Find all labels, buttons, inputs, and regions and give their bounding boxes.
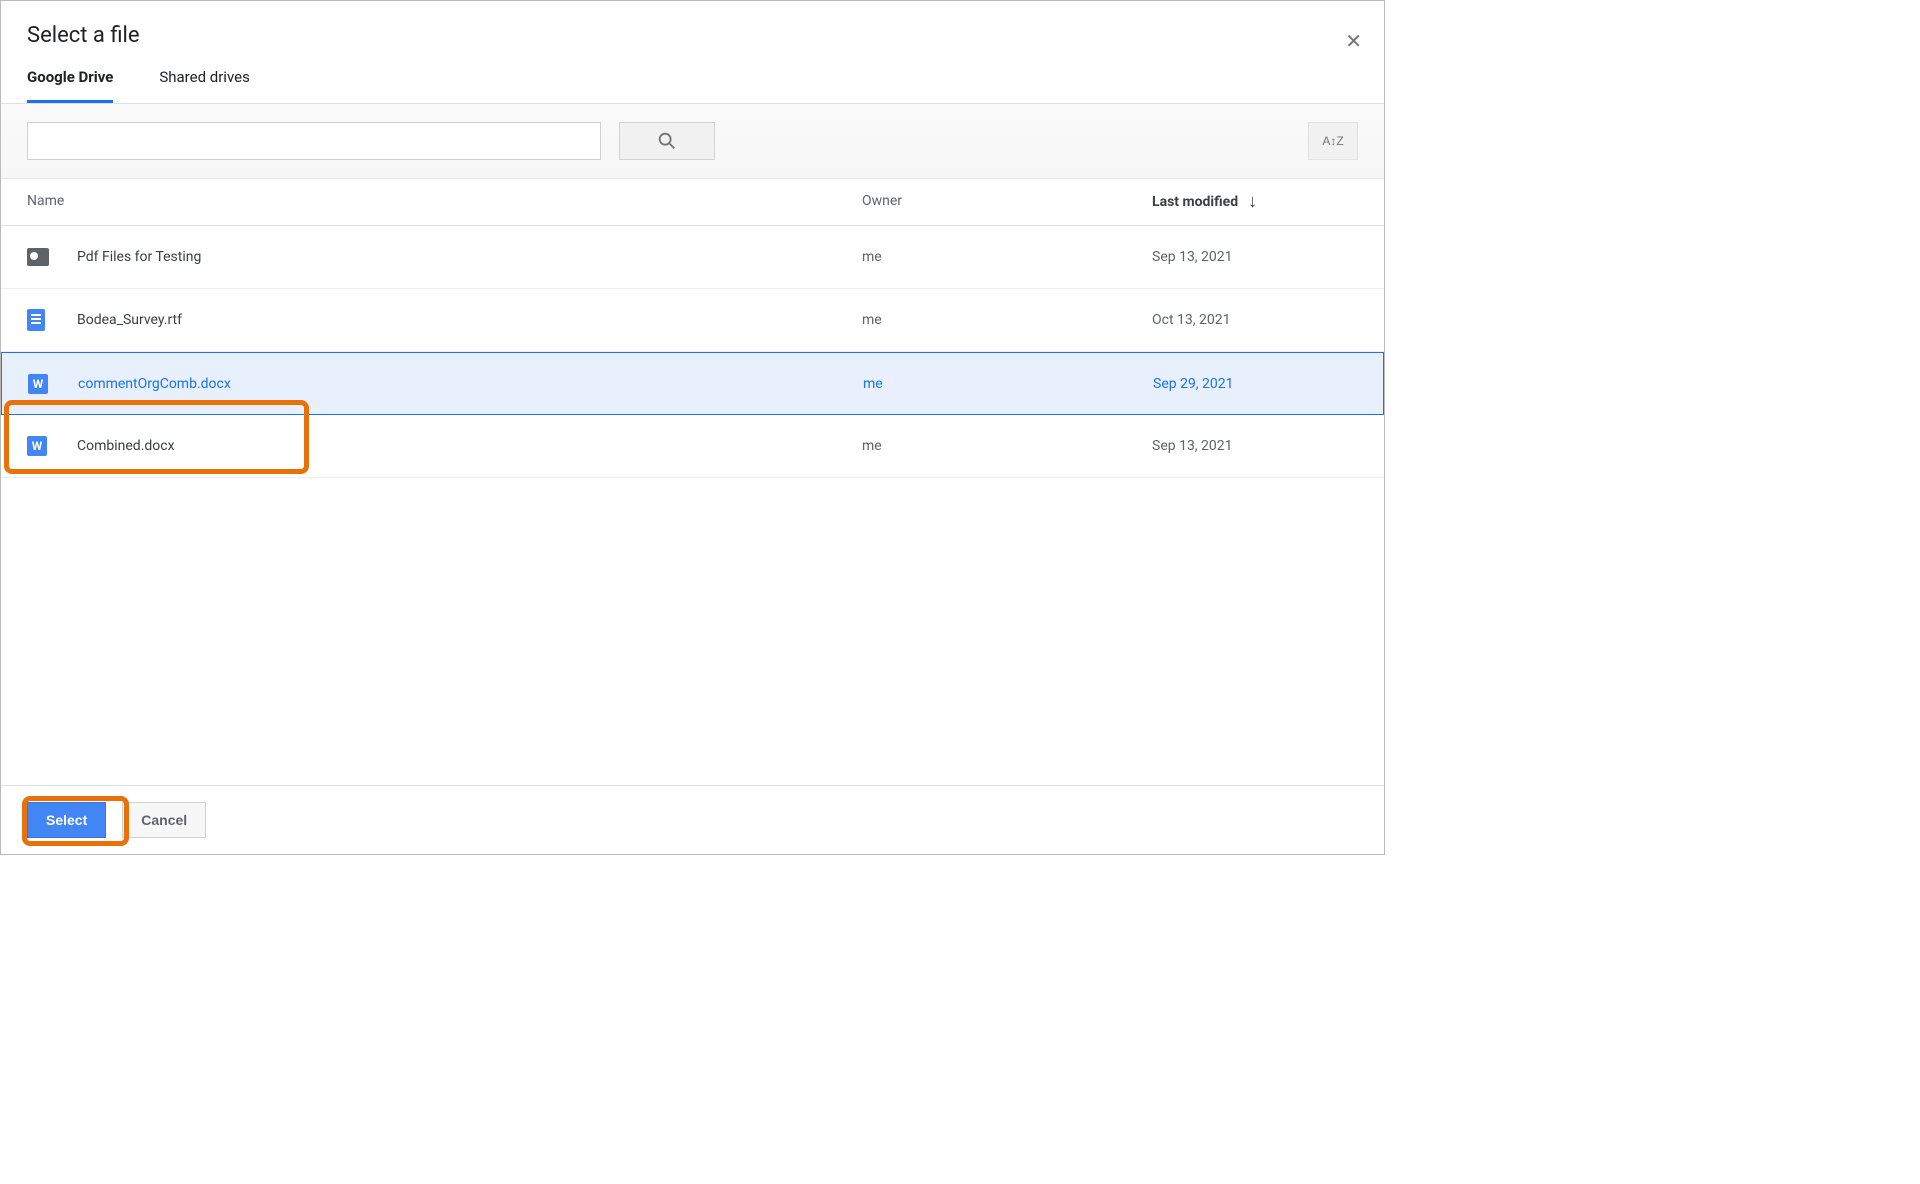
sort-button[interactable]: A↕Z bbox=[1308, 122, 1358, 160]
folder-shared-icon bbox=[27, 248, 49, 266]
sort-az-icon: A↕Z bbox=[1322, 134, 1343, 148]
file-row[interactable]: WcommentOrgComb.docxmeSep 29, 2021 bbox=[1, 352, 1384, 415]
dialog-title: Select a file bbox=[27, 23, 1358, 48]
google-doc-icon bbox=[27, 309, 45, 331]
file-owner: me bbox=[863, 376, 1153, 392]
file-modified: Sep 29, 2021 bbox=[1153, 376, 1357, 392]
file-name: Pdf Files for Testing bbox=[77, 249, 862, 265]
word-doc-icon: W bbox=[27, 436, 47, 456]
dialog-footer: Select Cancel bbox=[1, 785, 1384, 854]
file-modified: Sep 13, 2021 bbox=[1152, 438, 1358, 454]
search-input[interactable] bbox=[27, 122, 601, 160]
file-row[interactable]: W Combined.docxmeSep 13, 2021 bbox=[1, 415, 1384, 478]
tab-shared-drives[interactable]: Shared drives bbox=[159, 68, 249, 103]
file-owner: me bbox=[862, 438, 1152, 454]
file-name: Combined.docx bbox=[77, 438, 862, 454]
col-last-modified[interactable]: Last modified ↓ bbox=[1152, 193, 1358, 211]
cancel-button[interactable]: Cancel bbox=[122, 802, 206, 838]
file-owner: me bbox=[862, 312, 1152, 328]
col-owner[interactable]: Owner bbox=[862, 193, 1152, 211]
select-button[interactable]: Select bbox=[27, 802, 106, 838]
close-button[interactable]: ✕ bbox=[1345, 29, 1362, 54]
file-row[interactable]: Bodea_Survey.rtfmeOct 13, 2021 bbox=[1, 289, 1384, 352]
col-last-modified-label: Last modified bbox=[1152, 194, 1238, 210]
tabs: Google Drive Shared drives bbox=[1, 48, 1384, 104]
list-header: Name Owner Last modified ↓ bbox=[1, 179, 1384, 226]
search-icon bbox=[656, 130, 678, 152]
file-modified: Oct 13, 2021 bbox=[1152, 312, 1358, 328]
tab-google-drive[interactable]: Google Drive bbox=[27, 68, 113, 103]
search-button[interactable] bbox=[619, 122, 715, 160]
arrow-down-icon: ↓ bbox=[1248, 193, 1257, 211]
col-name[interactable]: Name bbox=[27, 193, 862, 211]
word-doc-icon: W bbox=[28, 374, 48, 394]
file-owner: me bbox=[862, 249, 1152, 265]
file-row[interactable]: Pdf Files for TestingmeSep 13, 2021 bbox=[1, 226, 1384, 289]
file-modified: Sep 13, 2021 bbox=[1152, 249, 1358, 265]
file-name: commentOrgComb.docx bbox=[78, 376, 863, 392]
file-name: Bodea_Survey.rtf bbox=[77, 312, 862, 328]
toolbar: A↕Z bbox=[1, 104, 1384, 179]
